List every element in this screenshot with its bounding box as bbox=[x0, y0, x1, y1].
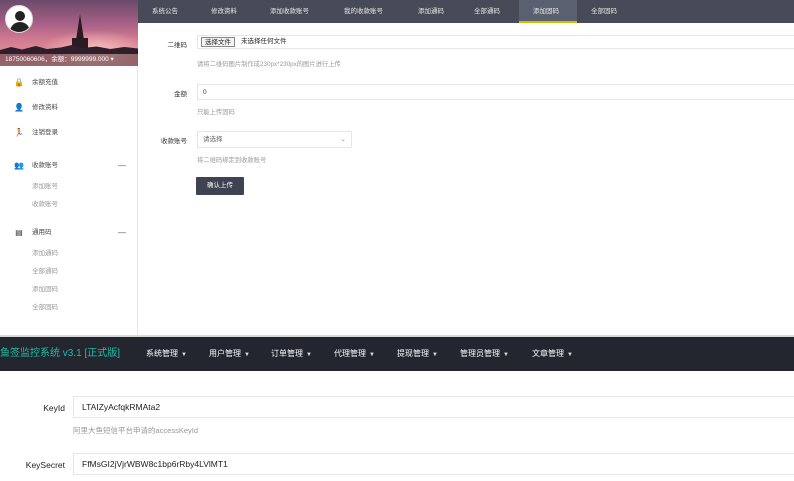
tab-add-fixed-code[interactable]: 添加固码 bbox=[519, 0, 577, 23]
account-label: 收款账号 bbox=[161, 138, 187, 145]
avatar-head bbox=[15, 11, 25, 21]
keysecret-label: KeySecret bbox=[25, 460, 65, 470]
menu-label: 订单管理 bbox=[271, 349, 303, 358]
amount-hint: 只能上传固码 bbox=[197, 109, 235, 116]
sidebar-item-recharge[interactable]: 🔒 余额充值 bbox=[0, 70, 138, 95]
sidebar-subitem-all-fixed-codes[interactable]: 全部固码 bbox=[0, 299, 138, 317]
sidebar-item-logout[interactable]: 🏃 注销登录 bbox=[0, 120, 138, 145]
sidebar-menu: 🔒 余额充值 👤 修改资料 🏃 注销登录 👥 收款账号 — 添加账号 收款账号 … bbox=[0, 70, 138, 317]
top-navbar: 系统公告 修改资料 添加收款账号 我的收款账号 添加通码 全部通码 添加固码 全… bbox=[138, 0, 794, 23]
avatar-body bbox=[10, 22, 30, 32]
tab-all-fixed-codes[interactable]: 全部固码 bbox=[591, 0, 617, 23]
admin-navbar: 鱼签监控系统 v3.1 [正式版] 系统管理 ▼ 用户管理 ▼ 订单管理 ▼ 代理管理… bbox=[0, 337, 794, 371]
sidebar-subitem-add-general-code[interactable]: 添加通码 bbox=[0, 245, 138, 263]
tab-my-accounts[interactable]: 我的收款账号 bbox=[344, 0, 383, 23]
profile-banner: 18750060606，余额：9999999.000 ▾ bbox=[0, 0, 138, 66]
menu-label: 提现管理 bbox=[397, 349, 429, 358]
account-select[interactable]: 请选择 ⌄ bbox=[197, 131, 352, 148]
caret-down-icon: ▼ bbox=[369, 352, 375, 358]
confirm-upload-button[interactable]: 确认上传 bbox=[196, 177, 244, 195]
user-icon: 👤 bbox=[14, 103, 24, 112]
collapse-icon[interactable]: — bbox=[118, 153, 126, 178]
menu-label: 代理管理 bbox=[334, 349, 366, 358]
running-person-icon: 🏃 bbox=[14, 128, 24, 137]
sidebar-item-label: 注销登录 bbox=[32, 129, 58, 136]
choose-file-button[interactable]: 选择文件 bbox=[201, 37, 235, 47]
lock-icon: 🔒 bbox=[14, 78, 24, 87]
menu-withdrawals[interactable]: 提现管理 ▼ bbox=[397, 337, 438, 372]
menu-orders[interactable]: 订单管理 ▼ bbox=[271, 337, 312, 372]
amount-input[interactable]: 0 bbox=[197, 84, 794, 100]
menu-label: 系统管理 bbox=[146, 349, 178, 358]
menu-admins[interactable]: 管理员管理 ▼ bbox=[460, 337, 509, 372]
menu-label: 管理员管理 bbox=[460, 349, 500, 358]
sidebar-item-label: 收款账号 bbox=[32, 162, 58, 169]
tab-add-general-code[interactable]: 添加通码 bbox=[418, 0, 444, 23]
chevron-down-icon: ⌄ bbox=[340, 136, 346, 143]
sidebar-subitem-all-general-codes[interactable]: 全部通码 bbox=[0, 263, 138, 281]
church-spire bbox=[76, 14, 84, 40]
sidebar: 18750060606，余额：9999999.000 ▾ 🔒 余额充值 👤 修改… bbox=[0, 0, 138, 336]
caret-down-icon: ▼ bbox=[567, 352, 573, 358]
caret-down-icon: ▼ bbox=[432, 352, 438, 358]
avatar[interactable] bbox=[5, 5, 33, 33]
sidebar-subitem-account-list[interactable]: 收款账号 bbox=[0, 196, 138, 214]
keyid-hint: 阿里大鱼短信平台申请的accessKeyId bbox=[73, 426, 199, 435]
qrcode-label: 二维码 bbox=[167, 42, 188, 49]
card-icon: ▤ bbox=[15, 228, 23, 237]
group-icon: 👥 bbox=[14, 161, 24, 170]
sidebar-subitem-add-account[interactable]: 添加账号 bbox=[0, 178, 138, 196]
menu-articles[interactable]: 文章管理 ▼ bbox=[532, 337, 573, 372]
sidebar-item-accounts[interactable]: 👥 收款账号 — bbox=[0, 153, 138, 178]
tab-announcements[interactable]: 系统公告 bbox=[152, 0, 178, 23]
sidebar-item-codes[interactable]: ▤ 通用码 — bbox=[0, 220, 138, 245]
caret-down-icon: ▼ bbox=[306, 352, 312, 358]
user-info-bar[interactable]: 18750060606，余额：9999999.000 ▾ bbox=[0, 54, 138, 66]
account-hint: 将二维码绑定到收款账号 bbox=[197, 157, 267, 164]
caret-down-icon: ▼ bbox=[181, 352, 187, 358]
admin-panel: 鱼签监控系统 v3.1 [正式版] 系统管理 ▼ 用户管理 ▼ 订单管理 ▼ 代理管理… bbox=[0, 337, 794, 481]
sidebar-item-edit-profile[interactable]: 👤 修改资料 bbox=[0, 95, 138, 120]
user-info-text: 18750060606，余额：9999999.000 bbox=[5, 56, 109, 63]
sidebar-item-label: 通用码 bbox=[32, 229, 52, 236]
caret-down-icon: ▼ bbox=[503, 352, 509, 358]
sidebar-subitem-add-fixed-code[interactable]: 添加固码 bbox=[0, 281, 138, 299]
menu-users[interactable]: 用户管理 ▼ bbox=[209, 337, 250, 372]
keyid-input[interactable]: LTAIZyAcfqkRMAta2 bbox=[73, 396, 794, 418]
chevron-down-icon: ▾ bbox=[110, 56, 114, 63]
file-status-text: 未选择任何文件 bbox=[241, 38, 287, 45]
account-select-placeholder: 请选择 bbox=[203, 136, 223, 143]
menu-label: 用户管理 bbox=[209, 349, 241, 358]
keyid-label: KeyId bbox=[43, 403, 65, 413]
sidebar-item-label: 修改资料 bbox=[32, 104, 58, 111]
tab-edit-profile[interactable]: 修改资料 bbox=[211, 0, 237, 23]
sidebar-item-label: 余额充值 bbox=[32, 79, 58, 86]
qrcode-hint: 请将二维码图片制作成230px*230px的图片进行上传 bbox=[197, 61, 341, 68]
keysecret-input[interactable]: FfMsGI2jVjrWBW8c1bp6rRby4LVlMT1 bbox=[73, 453, 794, 475]
collapse-icon[interactable]: — bbox=[118, 220, 126, 245]
brand-title[interactable]: 鱼签监控系统 v3.1 [正式版] bbox=[0, 337, 120, 371]
tab-add-account[interactable]: 添加收款账号 bbox=[270, 0, 309, 23]
menu-label: 文章管理 bbox=[532, 349, 564, 358]
menu-system[interactable]: 系统管理 ▼ bbox=[146, 337, 187, 372]
menu-agents[interactable]: 代理管理 ▼ bbox=[334, 337, 375, 372]
tab-all-general-codes[interactable]: 全部通码 bbox=[474, 0, 500, 23]
caret-down-icon: ▼ bbox=[244, 352, 250, 358]
user-panel: 18750060606，余额：9999999.000 ▾ 🔒 余额充值 👤 修改… bbox=[0, 0, 794, 336]
amount-label: 金额 bbox=[174, 91, 187, 98]
